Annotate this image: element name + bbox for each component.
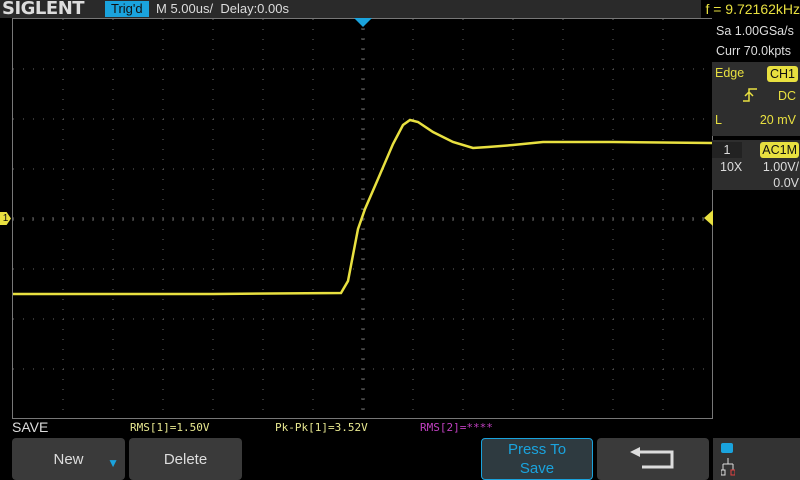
network-icon — [721, 458, 735, 476]
usb-icon — [721, 443, 733, 453]
return-arrow-icon — [630, 447, 674, 469]
back-button[interactable] — [597, 438, 709, 480]
press-to-save-button[interactable]: Press To Save — [481, 438, 593, 480]
vertical-scale: 1.00V/ — [762, 160, 799, 174]
channel1-offset-marker[interactable]: 1 — [0, 212, 11, 225]
delete-button[interactable]: Delete — [129, 438, 242, 480]
new-button[interactable]: New ▼ — [12, 438, 125, 480]
trigger-level-marker[interactable] — [704, 210, 713, 226]
rising-edge-icon — [742, 88, 758, 105]
menu-title: SAVE — [12, 419, 49, 435]
trigger-panel[interactable]: Edge CH1 DC L 20 mV — [712, 62, 800, 136]
brand-logo: SIGLENT — [2, 0, 85, 19]
measurement-rms2: RMS[2]=**** — [420, 421, 493, 434]
channel-marker-label: 1 — [2, 213, 9, 224]
sample-rate: Sa 1.00GSa/s — [716, 24, 794, 38]
trigger-level: 20 mV — [759, 113, 796, 127]
press-to-save-label: Press To Save — [507, 441, 567, 477]
trigger-position-marker[interactable] — [354, 18, 372, 28]
timebase-delay[interactable]: M 5.00us/ Delay:0.00s — [156, 1, 289, 17]
arrow-down-icon: ▼ — [107, 456, 119, 470]
timebase: M 5.00us/ — [156, 1, 214, 16]
trigger-type: Edge — [715, 66, 745, 80]
new-label: New — [53, 450, 84, 468]
channel1-panel[interactable]: 1 AC1M 10X 1.00V/ 0.0V — [712, 140, 800, 190]
channel-coupling: AC1M — [760, 142, 799, 158]
probe-ratio: 10X — [720, 160, 743, 174]
delete-label: Delete — [163, 450, 208, 468]
channel-number: 1 — [712, 142, 742, 158]
measurement-rms1: RMS[1]=1.50V — [130, 421, 210, 434]
channel1-trace — [13, 118, 712, 296]
delay: Delay:0.00s — [220, 1, 289, 16]
frequency-counter: f = 9.72162kHz — [701, 0, 800, 18]
trigger-coupling: DC — [777, 89, 796, 103]
top-bar: SIGLENT Trig'd M 5.00us/ Delay:0.00s f =… — [0, 0, 800, 19]
side-panel: Sa 1.00GSa/s Curr 70.0kpts Edge CH1 DC L… — [712, 18, 800, 190]
trigger-source: CH1 — [766, 66, 798, 82]
trigger-level-label: L — [715, 113, 722, 127]
vertical-offset: 0.0V — [773, 176, 799, 190]
measurement-pkpk1: Pk-Pk[1]=3.52V — [275, 421, 368, 434]
waveform-grid — [12, 18, 713, 419]
trigger-status: Trig'd — [105, 1, 149, 17]
memory-depth: Curr 70.0kpts — [716, 44, 792, 58]
status-icons — [713, 438, 800, 480]
